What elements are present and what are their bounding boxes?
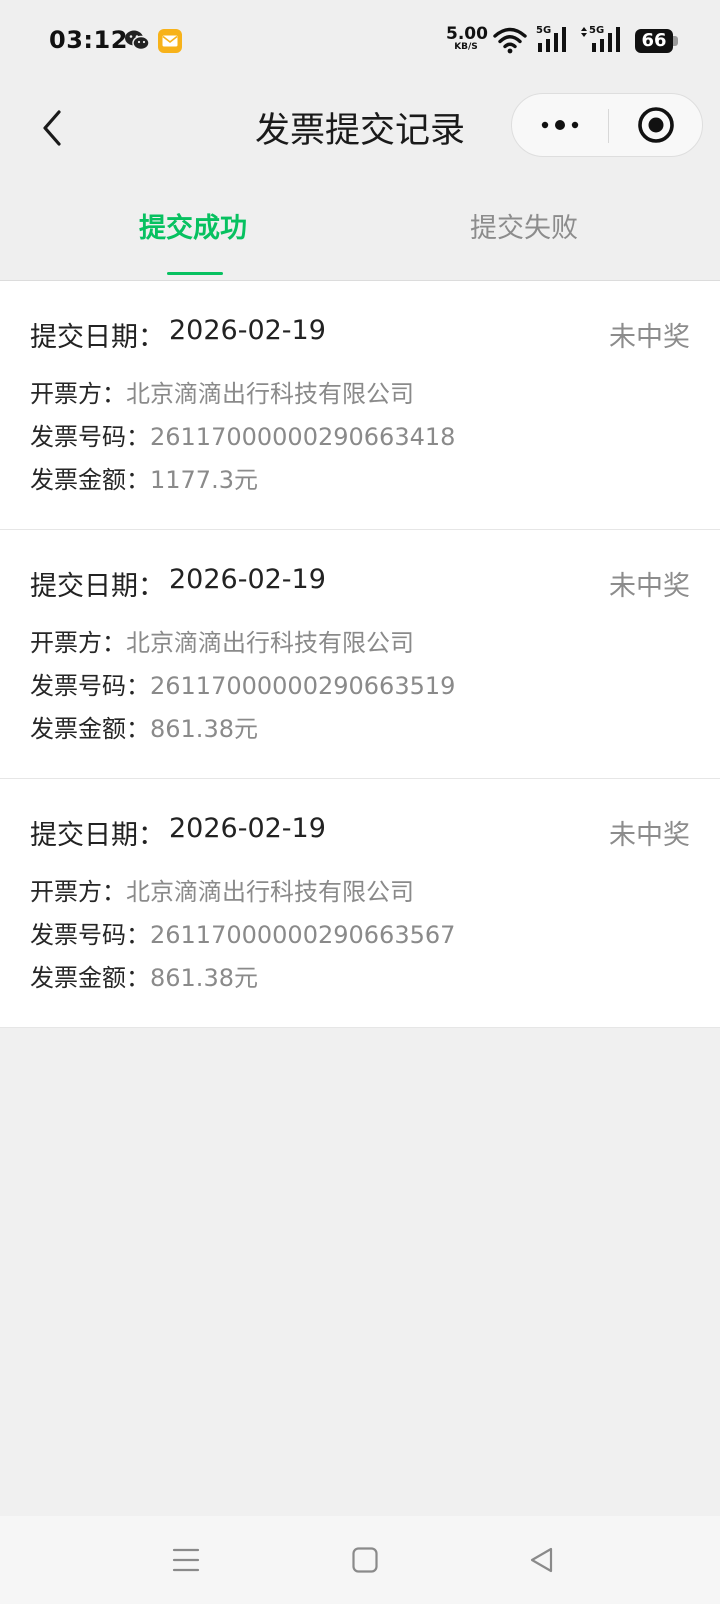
more-button[interactable] (512, 94, 608, 156)
issuer-value: 北京滴滴出行科技有限公司 (126, 629, 414, 657)
date-value: 2026-02-19 (169, 315, 326, 346)
status-bar: 03:12 5.00 KB/S 5G 5G 66 (0, 0, 720, 82)
status-badge: 未中奖 (609, 571, 690, 602)
invoice-number-row: 发票号码：26117000000290663567 (30, 915, 455, 950)
invoice-record[interactable]: 提交日期： 2026-02-19 未中奖 开票方：北京滴滴出行科技有限公司 发票… (0, 530, 720, 779)
miniprogram-capsule (511, 93, 703, 157)
invoice-record[interactable]: 提交日期： 2026-02-19 未中奖 开票方：北京滴滴出行科技有限公司 发票… (0, 779, 720, 1028)
status-badge: 未中奖 (609, 322, 690, 353)
invoice-number-value: 26117000000290663519 (150, 672, 456, 700)
invoice-number-label: 发票号码： (30, 921, 150, 949)
invoice-amount-value: 861.38元 (150, 964, 258, 992)
menu-icon (172, 1548, 200, 1572)
issuer-label: 开票方： (30, 380, 126, 408)
invoice-number-label: 发票号码： (30, 423, 150, 451)
invoice-amount-label: 发票金额： (30, 715, 150, 743)
more-dots-icon (541, 120, 579, 130)
date-value: 2026-02-19 (169, 564, 326, 595)
home-key[interactable] (343, 1538, 387, 1582)
net-speed: 5.00 KB/S (446, 24, 488, 52)
issuer-row: 开票方：北京滴滴出行科技有限公司 (30, 374, 414, 409)
net-speed-unit: KB/S (454, 42, 478, 52)
message-icon (157, 28, 183, 58)
tab-submit-failed[interactable]: 提交失败 (360, 206, 720, 245)
menu-key[interactable] (164, 1538, 208, 1582)
date-label: 提交日期： (30, 820, 165, 851)
invoice-amount-value: 861.38元 (150, 715, 258, 743)
invoice-number-label: 发票号码： (30, 672, 150, 700)
status-badge: 未中奖 (609, 820, 690, 851)
nav-bar: 发票提交记录 (0, 82, 720, 180)
signal-icon: 5G (580, 25, 626, 55)
invoice-amount-row: 发票金额：861.38元 (30, 958, 258, 993)
battery-icon: 66 (635, 29, 679, 53)
invoice-record[interactable]: 提交日期： 2026-02-19 未中奖 开票方：北京滴滴出行科技有限公司 发票… (0, 281, 720, 530)
date-label: 提交日期： (30, 322, 165, 353)
net-speed-value: 5.00 (446, 24, 488, 44)
back-key[interactable] (520, 1538, 564, 1582)
status-time: 03:12 (49, 26, 128, 54)
date-label: 提交日期： (30, 571, 165, 602)
invoice-amount-value: 1177.3元 (150, 466, 258, 494)
invoice-amount-row: 发票金额：1177.3元 (30, 460, 258, 495)
invoice-number-row: 发票号码：26117000000290663418 (30, 417, 455, 452)
issuer-label: 开票方： (30, 878, 126, 906)
sim1-label: 5G (536, 25, 552, 36)
invoice-number-value: 26117000000290663418 (150, 423, 456, 451)
wechat-icon (124, 28, 150, 56)
invoice-number-row: 发票号码：26117000000290663519 (30, 666, 455, 701)
invoice-record-list: 提交日期： 2026-02-19 未中奖 开票方：北京滴滴出行科技有限公司 发票… (0, 281, 720, 1028)
system-navigation-bar (0, 1516, 720, 1604)
tab-bar: 提交成功 提交失败 (0, 180, 720, 281)
invoice-number-value: 26117000000290663567 (150, 921, 456, 949)
sim2-label: 5G (589, 25, 605, 36)
signal-icon: 5G (536, 25, 572, 55)
battery-level: 66 (641, 30, 667, 51)
back-triangle-icon (530, 1547, 553, 1573)
issuer-row: 开票方：北京滴滴出行科技有限公司 (30, 623, 414, 658)
issuer-row: 开票方：北京滴滴出行科技有限公司 (30, 872, 414, 907)
invoice-amount-label: 发票金额： (30, 466, 150, 494)
invoice-amount-label: 发票金额： (30, 964, 150, 992)
date-value: 2026-02-19 (169, 813, 326, 844)
close-miniprogram-button[interactable] (609, 94, 703, 156)
issuer-value: 北京滴滴出行科技有限公司 (126, 878, 414, 906)
issuer-value: 北京滴滴出行科技有限公司 (126, 380, 414, 408)
active-tab-indicator (167, 272, 223, 275)
home-square-icon (352, 1547, 378, 1573)
tab-submit-success[interactable]: 提交成功 (15, 206, 375, 245)
invoice-amount-row: 发票金额：861.38元 (30, 709, 258, 744)
target-icon (638, 107, 674, 143)
issuer-label: 开票方： (30, 629, 126, 657)
wifi-icon (493, 26, 527, 58)
